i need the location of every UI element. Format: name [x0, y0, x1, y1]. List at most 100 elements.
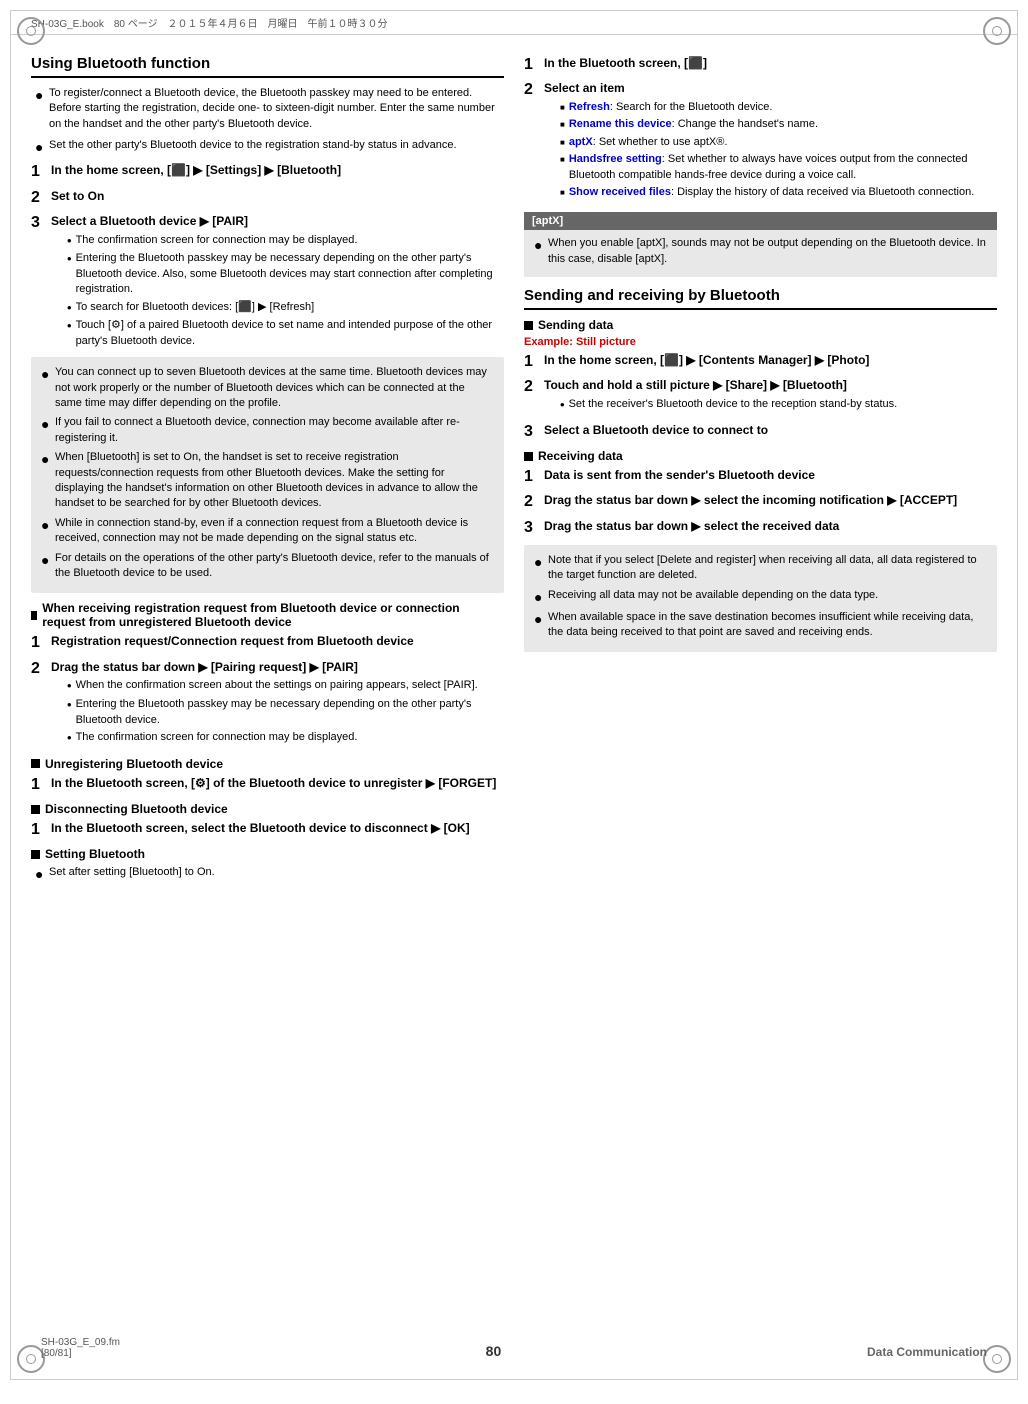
- step-3-sub-3: • To search for Bluetooth devices: [⬛] ▶…: [61, 300, 504, 317]
- square-icon-recv: [524, 452, 533, 461]
- right-step-2-num: 2: [524, 80, 538, 99]
- right-column: 1 In the Bluetooth screen, [⬛] 2 Select …: [524, 55, 997, 889]
- bullet-dot-2: ●: [35, 138, 45, 156]
- send-sub-text-1: Set the receiver's Bluetooth device to t…: [569, 397, 898, 412]
- corner-inner-tr: [992, 26, 1002, 36]
- right-step-2-sub: ■ Refresh: Search for the Bluetooth devi…: [544, 100, 997, 200]
- aptx-dot: ●: [534, 236, 544, 254]
- setting-title: Setting Bluetooth: [45, 847, 145, 861]
- recv-info-2: ● Receiving all data may not be availabl…: [534, 588, 987, 606]
- sub-desc-5: Display the history of data received via…: [677, 186, 974, 198]
- step-1-content: In the home screen, [⬛] ▶ [Settings] ▶ […: [51, 162, 504, 179]
- step-3-sub: • The confirmation screen for connection…: [51, 233, 504, 350]
- send-step-2: 2 Touch and hold a still picture ▶ [Shar…: [524, 377, 997, 416]
- right-step-1-title: In the Bluetooth screen, [⬛]: [544, 56, 707, 70]
- sub-label-handsfree: Handsfree setting: [569, 153, 662, 165]
- recv-step-3-title: Drag the status bar down ▶ select the re…: [544, 519, 839, 533]
- disconnecting-step-1-num: 1: [31, 820, 45, 839]
- receiving-section-title: When receiving registration request from…: [42, 601, 504, 629]
- square-icon: [31, 611, 37, 620]
- r-sub-text-2: Entering the Bluetooth passkey may be ne…: [76, 697, 504, 728]
- recv-step-2-content: Drag the status bar down ▶ select the in…: [544, 492, 997, 509]
- send-step-3: 3 Select a Bluetooth device to connect t…: [524, 422, 997, 441]
- sub-bullet-4: •: [67, 318, 72, 335]
- sub-desc-2: Change the handset's name.: [678, 118, 818, 130]
- square-icon-4: [31, 850, 40, 859]
- info-box-1: ● You can connect up to seven Bluetooth …: [31, 357, 504, 593]
- info-dot-5: ●: [41, 551, 51, 569]
- sub-bullet-2: •: [67, 251, 72, 268]
- sub-label-rename: Rename this device: [569, 118, 672, 130]
- recv-info-text-2: Receiving all data may not be available …: [548, 588, 878, 603]
- disconnecting-step-1-content: In the Bluetooth screen, select the Blue…: [51, 820, 504, 837]
- footer-area: SH-03G_E_09.fm [80/81] 80 Data Communica…: [11, 1337, 1017, 1359]
- right-sub-item-2: ■ Rename this device: Change the handset…: [554, 117, 997, 132]
- step-1: 1 In the home screen, [⬛] ▶ [Settings] ▶…: [31, 162, 504, 181]
- recv-info-dot-1: ●: [534, 553, 544, 571]
- recv-info-1: ● Note that if you select [Delete and re…: [534, 553, 987, 584]
- step-3-sub-text-3: To search for Bluetooth devices: [⬛] ▶ […: [76, 300, 315, 315]
- info-dot-3: ●: [41, 450, 51, 468]
- corner-inner-tl: [26, 26, 36, 36]
- disconnecting-step-1-title: In the Bluetooth screen, select the Blue…: [51, 821, 470, 835]
- info-dot-2: ●: [41, 415, 51, 433]
- send-sub-bullet-1: •: [560, 397, 565, 414]
- step-3-sub-1: • The confirmation screen for connection…: [61, 233, 504, 250]
- step-2-content: Set to On: [51, 188, 504, 205]
- square-icon-2: [31, 759, 40, 768]
- send-sub-1: • Set the receiver's Bluetooth device to…: [554, 397, 997, 414]
- step-3: 3 Select a Bluetooth device ▶ [PAIR] • T…: [31, 213, 504, 352]
- r-sub-bullet-1: •: [67, 678, 72, 695]
- step-2-title: Set to On: [51, 189, 104, 203]
- sending-data-header: Sending data: [524, 318, 997, 332]
- right-sub-bullet-sq-1: ■: [560, 103, 565, 113]
- aptx-content-box: ● When you enable [aptX], sounds may not…: [524, 230, 997, 277]
- recv-step-2: 2 Drag the status bar down ▶ select the …: [524, 492, 997, 511]
- footer-page-number: 80: [486, 1343, 502, 1359]
- receiving-step-2-sub-2: • Entering the Bluetooth passkey may be …: [61, 697, 504, 728]
- right-sub-item-3: ■ aptX: Set whether to use aptX®.: [554, 135, 997, 150]
- footer-section-label: Data Communication: [867, 1345, 987, 1359]
- step-3-sub-text-4: Touch [⚙] of a paired Bluetooth device t…: [76, 318, 504, 349]
- info-box-text-2: If you fail to connect a Bluetooth devic…: [55, 415, 494, 446]
- right-sub-item-1: ■ Refresh: Search for the Bluetooth devi…: [554, 100, 997, 115]
- disconnecting-title: Disconnecting Bluetooth device: [45, 802, 228, 816]
- receiving-data-title: Receiving data: [538, 449, 623, 463]
- send-step-3-num: 3: [524, 422, 538, 441]
- info-box-text-4: While in connection stand-by, even if a …: [55, 516, 494, 547]
- right-step-1-content: In the Bluetooth screen, [⬛]: [544, 55, 997, 72]
- info-box-item-1: ● You can connect up to seven Bluetooth …: [41, 365, 494, 411]
- right-step-2-content: Select an item ■ Refresh: Search for the…: [544, 80, 997, 202]
- sub-desc-1: Search for the Bluetooth device.: [616, 101, 773, 113]
- recv-step-1: 1 Data is sent from the sender's Bluetoo…: [524, 467, 997, 486]
- content-area: Using Bluetooth function ● To register/c…: [11, 35, 1017, 929]
- receiving-step-2-sub: • When the confirmation screen about the…: [51, 678, 504, 747]
- receiving-section-header: When receiving registration request from…: [31, 601, 504, 629]
- footer-left: SH-03G_E_09.fm [80/81]: [41, 1337, 120, 1359]
- sub-bullet-1: •: [67, 233, 72, 250]
- intro-bullet-2: ● Set the other party's Bluetooth device…: [31, 138, 504, 156]
- recv-info-3: ● When available space in the save desti…: [534, 610, 987, 641]
- right-sub-bullet-sq-2: ■: [560, 120, 565, 130]
- bullet-dot-1: ●: [35, 86, 45, 104]
- recv-info-dot-3: ●: [534, 610, 544, 628]
- r-sub-text-3: The confirmation screen for connection m…: [76, 730, 358, 745]
- footer-filename: SH-03G_E_09.fm: [41, 1337, 120, 1348]
- intro-bullet-text-1: To register/connect a Bluetooth device, …: [49, 86, 504, 132]
- corner-tl: [17, 17, 45, 45]
- setting-bullet-dot: ●: [35, 865, 45, 883]
- right-sub-text-1: Refresh: Search for the Bluetooth device…: [569, 100, 773, 115]
- right-sub-text-5: Show received files: Display the history…: [569, 185, 974, 200]
- unregistering-step-1-num: 1: [31, 775, 45, 794]
- info-box-text-3: When [Bluetooth] is set to On, the hands…: [55, 450, 494, 512]
- sub-label-show: Show received files: [569, 186, 671, 198]
- send-step-2-sub: • Set the receiver's Bluetooth device to…: [544, 397, 997, 414]
- page-border: SH-03G_E.book 80 ページ ２０１５年４月６日 月曜日 午前１０時…: [10, 10, 1018, 1380]
- send-step-2-num: 2: [524, 377, 538, 396]
- step-1-title: In the home screen, [⬛] ▶ [Settings] ▶ […: [51, 163, 341, 177]
- info-box-item-4: ● While in connection stand-by, even if …: [41, 516, 494, 547]
- unregistering-step-1-content: In the Bluetooth screen, [⚙] of the Blue…: [51, 775, 504, 792]
- recv-info-text-3: When available space in the save destina…: [548, 610, 987, 641]
- receiving-info-box: ● Note that if you select [Delete and re…: [524, 545, 997, 653]
- right-sub-item-5: ■ Show received files: Display the histo…: [554, 185, 997, 200]
